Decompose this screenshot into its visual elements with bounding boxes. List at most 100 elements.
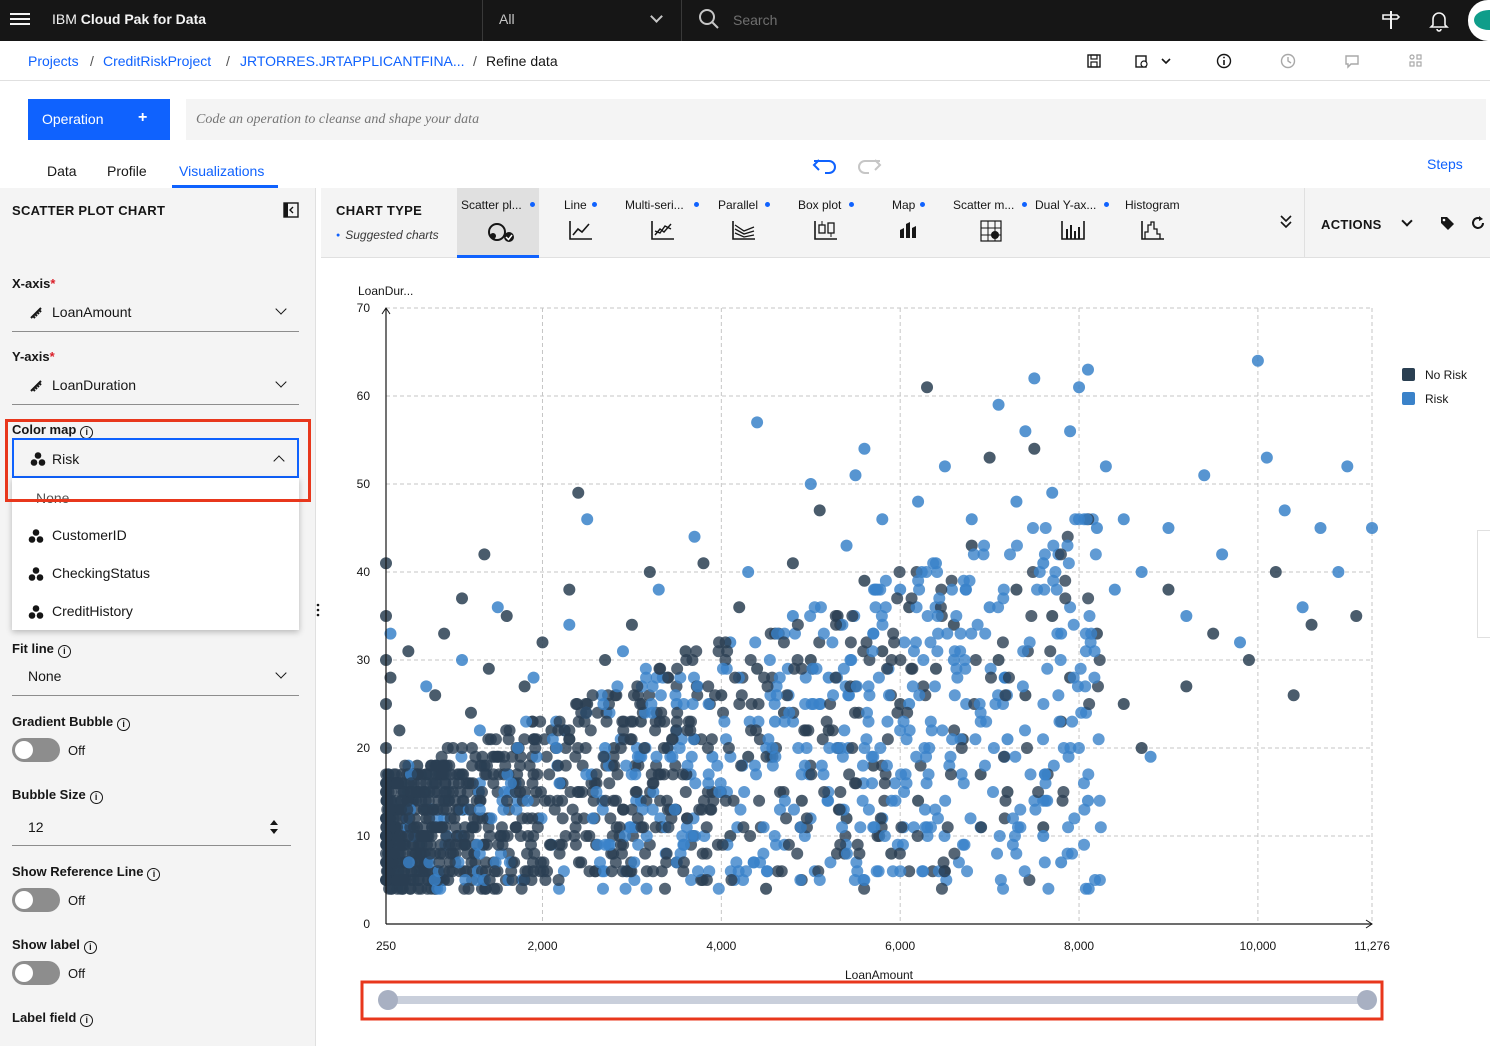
zoom-toolbar[interactable]	[1477, 530, 1490, 638]
job-icon[interactable]	[1132, 51, 1152, 71]
data-point	[830, 618, 843, 631]
fit-line-dropdown[interactable]: None	[12, 658, 299, 696]
collapse-panel-icon[interactable]	[283, 202, 299, 218]
chart-type-dual-y-axis[interactable]: Dual Y-ax...	[1031, 188, 1113, 258]
chart-type-line[interactable]: Line	[539, 188, 621, 258]
stepper-icon[interactable]	[269, 818, 279, 836]
refresh-icon[interactable]	[1470, 215, 1486, 231]
chart-type-multi-series[interactable]: Multi-seri...	[621, 188, 703, 258]
option-label: CreditHistory	[52, 603, 133, 619]
data-point	[894, 654, 907, 666]
y-tick-label: 10	[357, 829, 371, 843]
info-icon[interactable]: i	[80, 1014, 94, 1027]
breadcrumb-projects[interactable]: Projects	[28, 53, 79, 69]
x-tick-label: 8,000	[1064, 939, 1094, 953]
dropdown-option-checkingstatus[interactable]: CheckingStatus	[12, 554, 299, 592]
redo-icon[interactable]	[855, 154, 883, 178]
data-point	[640, 882, 653, 895]
breadcrumb-asset[interactable]: JRTORRES.JRTAPPLICANTFINA...	[240, 53, 465, 69]
data-point	[757, 821, 770, 834]
gradient-bubble-toggle[interactable]	[12, 738, 60, 762]
avatar[interactable]	[1468, 0, 1490, 41]
data-point	[543, 768, 556, 781]
data-point	[912, 574, 925, 587]
chart-type-scatter-matrix[interactable]: Scatter m...	[949, 188, 1031, 258]
slider-track[interactable]	[388, 996, 1368, 1004]
suggested-dot	[920, 202, 925, 207]
chevron-double-down-icon[interactable]	[1279, 214, 1293, 230]
tag-icon[interactable]	[1439, 215, 1455, 231]
info-icon[interactable]: i	[83, 941, 97, 954]
data-point	[1039, 768, 1052, 781]
scatter-plot[interactable]: 0 10 20 30 40 50 60 70 250 2,000 4,000 6,000 8,000 10…	[321, 258, 1490, 1046]
data-point	[405, 786, 418, 798]
data-point	[898, 786, 911, 798]
data-point	[654, 662, 667, 675]
chart-type-box-plot[interactable]: Box plot	[794, 188, 876, 258]
data-point	[499, 759, 512, 772]
steps-link[interactable]: Steps	[1427, 156, 1463, 172]
menu-icon[interactable]	[10, 10, 30, 30]
product-name[interactable]: IBM Cloud Pak for Data	[52, 11, 206, 27]
chart-type-scatter[interactable]: Scatter pl...	[457, 188, 539, 258]
data-point	[668, 803, 681, 816]
dropdown-option-none[interactable]: None	[12, 478, 299, 516]
range-slider[interactable]	[378, 990, 1377, 1010]
data-point	[761, 680, 774, 693]
y-tick-label: 40	[357, 565, 371, 579]
signpost-icon[interactable]	[1378, 7, 1404, 33]
info-icon[interactable]: i	[117, 718, 131, 731]
bubble-size-input[interactable]: 12	[12, 808, 291, 846]
chart-type-parallel[interactable]: Parallel	[714, 188, 796, 258]
comment-icon[interactable]	[1342, 51, 1362, 71]
tab-visualizations[interactable]: Visualizations	[179, 163, 264, 179]
data-point	[786, 557, 799, 570]
operation-button[interactable]: Operation +	[28, 99, 170, 140]
reference-line-toggle[interactable]	[12, 888, 60, 912]
data-point	[1017, 645, 1030, 658]
legend-label: No Risk	[1425, 368, 1468, 382]
info-icon[interactable]: i	[147, 868, 161, 881]
history-icon[interactable]	[1278, 51, 1298, 71]
slider-handle-start[interactable]	[378, 990, 398, 1010]
data-point	[466, 777, 479, 790]
dropdown-option-credithistory[interactable]: CreditHistory	[12, 592, 299, 630]
data-points	[380, 354, 1378, 895]
color-map-dropdown[interactable]: Risk	[12, 438, 299, 478]
save-icon[interactable]	[1084, 51, 1104, 71]
x-axis-dropdown[interactable]: LoanAmount	[12, 294, 299, 332]
actions-menu[interactable]: ACTIONS	[1304, 188, 1490, 258]
code-operation-input[interactable]	[186, 99, 1486, 140]
search-input[interactable]	[733, 6, 1333, 34]
show-label-toggle[interactable]	[12, 961, 60, 985]
x-tick-label: 4,000	[706, 939, 736, 953]
data-point	[1094, 821, 1107, 834]
breadcrumb-project[interactable]: CreditRiskProject	[103, 53, 211, 69]
data-point	[883, 689, 896, 702]
apps-icon[interactable]	[1406, 51, 1426, 71]
dropdown-option-customerid[interactable]: CustomerID	[12, 516, 299, 554]
data-point	[599, 654, 612, 666]
tab-data[interactable]: Data	[47, 163, 77, 179]
suggested-charts-note: Suggested charts	[336, 228, 438, 242]
data-point	[705, 733, 718, 746]
data-point	[923, 742, 936, 754]
slider-handle-end[interactable]	[1357, 990, 1377, 1010]
info-icon[interactable]	[1214, 51, 1234, 71]
search-scope-dropdown[interactable]: All	[482, 0, 682, 41]
info-icon[interactable]: i	[57, 645, 71, 658]
chevron-down-icon[interactable]	[1156, 51, 1176, 71]
data-point	[989, 698, 1002, 710]
y-axis-dropdown[interactable]: LoanDuration	[12, 367, 299, 405]
undo-icon[interactable]	[811, 154, 839, 178]
data-point	[747, 856, 760, 869]
chart-type-histogram[interactable]: Histogram	[1121, 188, 1203, 258]
data-point	[662, 671, 675, 684]
operation-button-label: Operation	[42, 111, 104, 127]
info-icon[interactable]: i	[89, 791, 103, 804]
notification-icon[interactable]	[1426, 7, 1452, 33]
data-point	[440, 759, 453, 772]
brand-prefix: IBM	[52, 11, 77, 27]
data-point	[1059, 574, 1072, 587]
tab-profile[interactable]: Profile	[107, 163, 147, 179]
